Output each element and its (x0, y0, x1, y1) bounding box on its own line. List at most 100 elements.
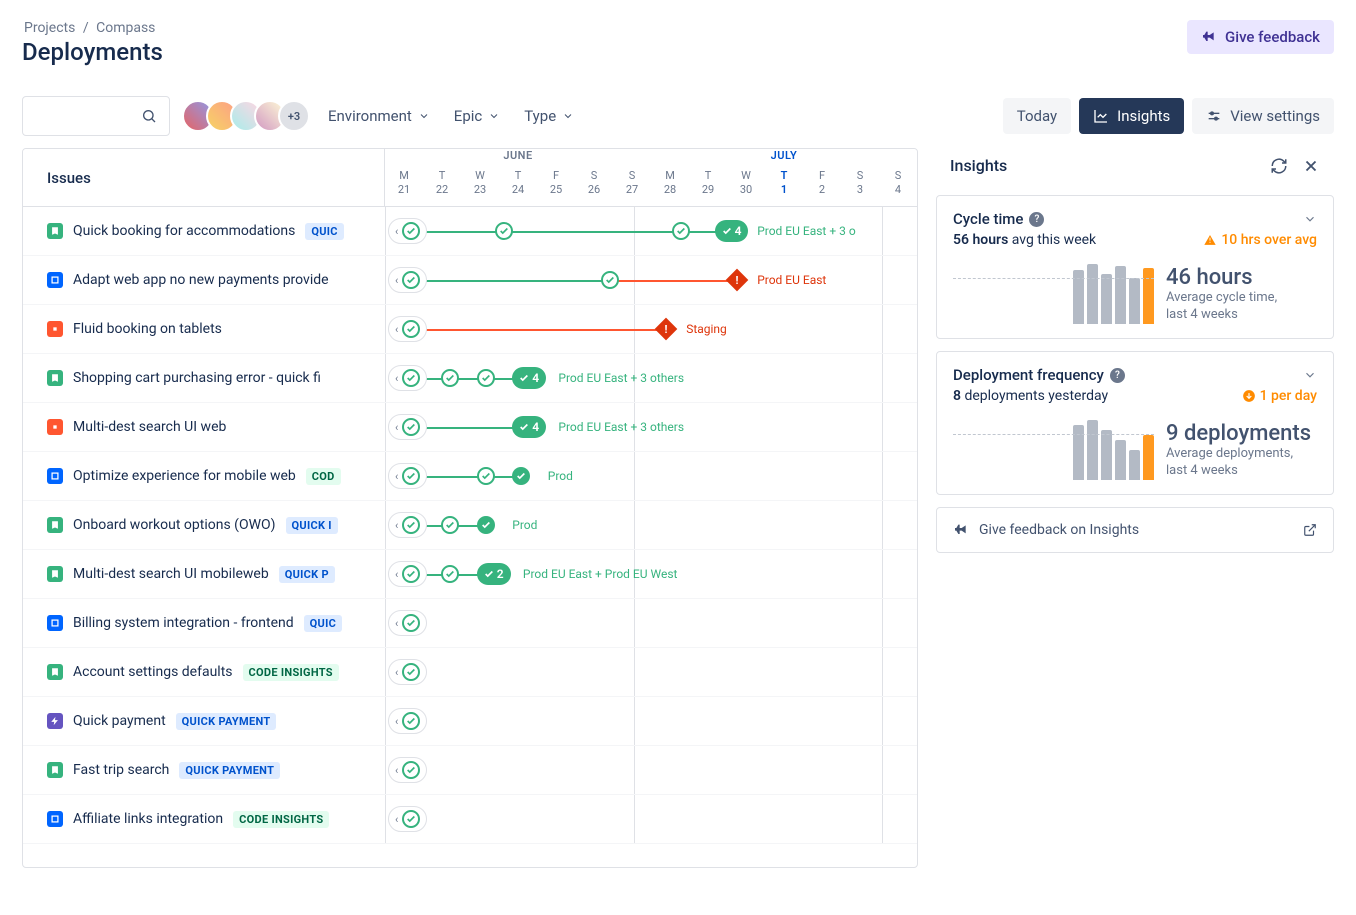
epic-badge[interactable]: QUICK I (286, 517, 338, 534)
issue-row[interactable]: Affiliate links integration CODE INSIGHTS… (23, 795, 917, 844)
issue-type-icon (47, 419, 63, 435)
avatar-more[interactable]: +3 (278, 100, 310, 132)
issue-row[interactable]: Optimize experience for mobile webCOD‹Pr… (23, 452, 917, 501)
deployment-node[interactable] (477, 369, 495, 387)
help-icon[interactable]: ? (1110, 368, 1125, 383)
deployment-node[interactable] (477, 516, 495, 534)
deployment-start-pill[interactable]: ‹ (388, 610, 427, 636)
deployment-node[interactable] (601, 271, 619, 289)
issue-type-icon (47, 615, 63, 631)
deployment-start-pill[interactable]: ‹ (388, 463, 427, 489)
type-filter[interactable]: Type (518, 99, 580, 133)
deployment-node[interactable] (441, 516, 459, 534)
breadcrumb[interactable]: Projects / Compass (22, 20, 163, 36)
assignee-filter[interactable]: +3 (182, 100, 310, 132)
deployment-count[interactable]: 4 (512, 416, 546, 438)
issue-title: Fast trip search (73, 762, 169, 778)
deployment-error-icon[interactable]: ! (654, 318, 677, 341)
sliders-icon (1206, 108, 1222, 124)
issue-type-icon (47, 566, 63, 582)
epic-filter[interactable]: Epic (448, 99, 506, 133)
today-button[interactable]: Today (1003, 98, 1071, 134)
view-settings-button[interactable]: View settings (1192, 98, 1334, 134)
deployment-count[interactable]: 4 (715, 220, 749, 242)
deployment-start-pill[interactable]: ‹ (388, 512, 427, 538)
chevron-down-icon[interactable] (1303, 212, 1317, 226)
give-feedback-button[interactable]: Give feedback (1187, 20, 1334, 54)
deployment-env-label: Prod EU East (757, 273, 826, 287)
deployment-start-pill[interactable]: ‹ (388, 316, 427, 342)
issue-row[interactable]: Adapt web app no new payments provide ‹! P… (23, 256, 917, 305)
deployment-env-label: Prod (512, 518, 537, 532)
insights-feedback-link[interactable]: Give feedback on Insights (936, 507, 1334, 553)
issue-row[interactable]: Fast trip search QUICK PAYMENT ‹ (23, 746, 917, 795)
issue-row[interactable]: Fluid booking on tablets‹!Staging (23, 305, 917, 354)
epic-badge[interactable]: QUICK PAYMENT (176, 713, 277, 730)
issues-column-header: Issues (23, 149, 385, 206)
deployment-node[interactable] (477, 467, 495, 485)
month-label: JULY (651, 149, 917, 167)
search-input[interactable] (22, 96, 170, 136)
issue-type-icon (47, 468, 63, 484)
epic-badge[interactable]: COD (306, 468, 341, 485)
day-header: F2 (803, 167, 841, 206)
deployment-error-icon[interactable]: ! (725, 269, 748, 292)
help-icon[interactable]: ? (1029, 212, 1044, 227)
deployment-start-pill[interactable]: ‹ (388, 365, 427, 391)
deployment-node[interactable] (441, 369, 459, 387)
chevron-down-icon (418, 110, 430, 122)
deployment-count[interactable]: 2 (477, 563, 511, 585)
cycle-time-card[interactable]: Cycle time ? 56 hours avg this week 10 h… (936, 195, 1334, 339)
refresh-icon[interactable] (1270, 157, 1288, 175)
epic-badge[interactable]: QUICK P (279, 566, 335, 583)
deployment-start-pill[interactable]: ‹ (388, 561, 427, 587)
deployment-count[interactable]: 4 (512, 367, 546, 389)
deployment-start-pill[interactable]: ‹ (388, 659, 427, 685)
breadcrumb-root[interactable]: Projects (24, 20, 75, 36)
day-header: T22 (423, 167, 461, 206)
day-header: S27 (613, 167, 651, 206)
deployment-start-pill[interactable]: ‹ (388, 414, 427, 440)
chevron-down-icon (488, 110, 500, 122)
issue-title: Optimize experience for mobile web (73, 468, 296, 484)
down-arrow-icon (1242, 389, 1256, 403)
issue-row[interactable]: Multi-dest search UI mobilewebQUICK P‹ 2… (23, 550, 917, 599)
deployment-node[interactable] (441, 565, 459, 583)
chevron-down-icon[interactable] (1303, 368, 1317, 382)
insights-panel: Insights Cycle time ? 56 hours avg this … (936, 148, 1334, 868)
issue-row[interactable]: Shopping cart purchasing error - quick f… (23, 354, 917, 403)
breadcrumb-project[interactable]: Compass (96, 20, 155, 36)
epic-badge[interactable]: CODE INSIGHTS (243, 664, 339, 681)
issue-row[interactable]: Quick booking for accommodationsQUIC‹ 4P… (23, 207, 917, 256)
issue-row[interactable]: Account settings defaultsCODE INSIGHTS‹ (23, 648, 917, 697)
deployment-start-pill[interactable]: ‹ (388, 757, 427, 783)
deployment-env-label: Prod EU East + Prod EU West (523, 567, 678, 581)
issue-type-icon (47, 762, 63, 778)
issue-row[interactable]: Quick paymentQUICK PAYMENT‹ (23, 697, 917, 746)
deployment-node[interactable] (512, 467, 530, 485)
warning-icon (1203, 233, 1217, 247)
deployment-env-label: Prod EU East + 3 others (558, 371, 684, 385)
close-icon[interactable] (1302, 157, 1320, 175)
issue-title: Affiliate links integration (73, 811, 223, 827)
issue-title: Adapt web app no new payments provide (73, 272, 329, 288)
issue-row[interactable]: Billing system integration - frontendQUI… (23, 599, 917, 648)
chevron-down-icon (562, 110, 574, 122)
megaphone-icon (953, 522, 969, 538)
issue-row[interactable]: Multi-dest search UI web‹ 4Prod EU East … (23, 403, 917, 452)
deployment-start-pill[interactable]: ‹ (388, 218, 427, 244)
issue-type-icon (47, 713, 63, 729)
deployment-frequency-card[interactable]: Deployment frequency ? 8 deployments yes… (936, 351, 1334, 495)
insights-button[interactable]: Insights (1079, 98, 1184, 134)
issue-row[interactable]: Onboard workout options (OWO)QUICK I‹Pro… (23, 501, 917, 550)
deployment-start-pill[interactable]: ‹ (388, 708, 427, 734)
deployment-node[interactable] (672, 222, 690, 240)
deployment-start-pill[interactable]: ‹ (388, 267, 427, 293)
epic-badge[interactable]: QUIC (304, 615, 342, 632)
deployment-node[interactable] (495, 222, 513, 240)
epic-badge[interactable]: QUIC (305, 223, 343, 240)
deployment-start-pill[interactable]: ‹ (388, 806, 427, 832)
epic-badge[interactable]: CODE INSIGHTS (233, 811, 329, 828)
epic-badge[interactable]: QUICK PAYMENT (179, 762, 280, 779)
environment-filter[interactable]: Environment (322, 99, 436, 133)
